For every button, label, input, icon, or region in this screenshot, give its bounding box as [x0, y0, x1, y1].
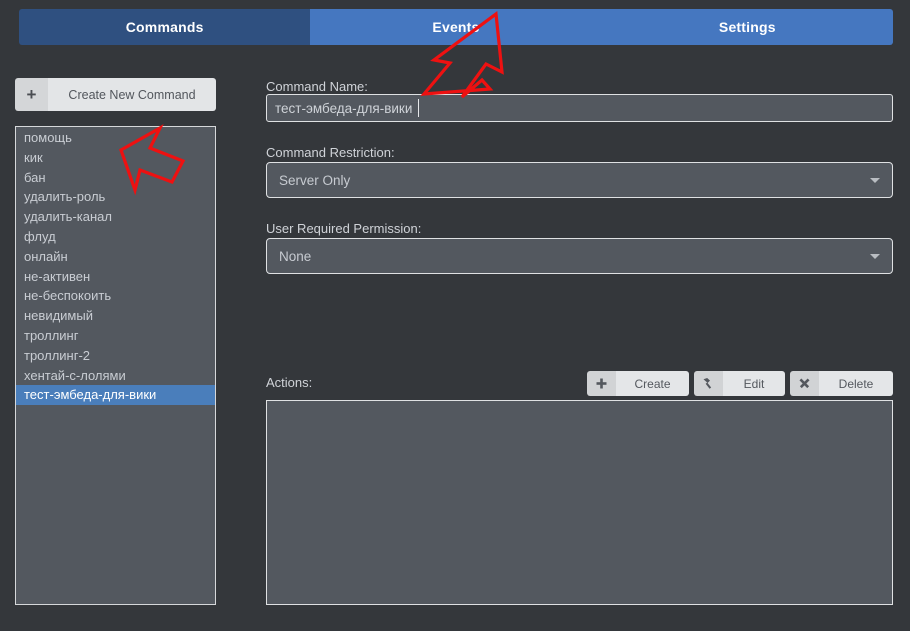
command-restriction-value: Server Only: [279, 172, 351, 188]
command-list-item[interactable]: тест-эмбеда-для-вики: [16, 385, 215, 406]
tab-commands[interactable]: Commands: [19, 9, 311, 45]
command-list-item[interactable]: онлайн: [16, 247, 215, 267]
command-name-input[interactable]: [266, 94, 893, 122]
tab-events[interactable]: Events: [310, 9, 602, 45]
command-list-item[interactable]: невидимый: [16, 306, 215, 326]
create-action-button[interactable]: Create: [587, 371, 689, 396]
actions-list-panel[interactable]: [266, 400, 893, 605]
text-cursor: [418, 99, 419, 117]
create-new-command-label: Create New Command: [48, 78, 216, 111]
command-list-item[interactable]: кик: [16, 148, 215, 168]
create-new-command-button[interactable]: + Create New Command: [15, 78, 216, 111]
tab-bar: Commands Events Settings: [19, 9, 893, 45]
command-list-item[interactable]: удалить-роль: [16, 187, 215, 207]
create-action-label: Create: [616, 371, 689, 396]
command-list-item[interactable]: помощь: [16, 128, 215, 148]
delete-action-button[interactable]: Delete: [790, 371, 893, 396]
user-required-permission-label: User Required Permission:: [266, 221, 422, 236]
plus-icon: +: [15, 78, 48, 111]
command-list-item[interactable]: удалить-канал: [16, 207, 215, 227]
chevron-down-icon: [858, 253, 892, 259]
command-list-item[interactable]: бан: [16, 168, 215, 188]
command-list-item[interactable]: хентай-с-лолями: [16, 366, 215, 386]
command-list-item[interactable]: не-беспокоить: [16, 286, 215, 306]
command-list[interactable]: помощь кик бан удалить-роль удалить-канал флу…: [15, 126, 216, 605]
hammer-icon: [694, 371, 723, 396]
delete-action-label: Delete: [819, 371, 893, 396]
edit-action-label: Edit: [723, 371, 785, 396]
user-required-permission-value: None: [279, 248, 312, 264]
tab-commands-label: Commands: [125, 19, 204, 35]
close-x-icon: [790, 371, 819, 396]
chevron-down-icon: [858, 177, 892, 183]
command-name-label: Command Name:: [266, 79, 368, 94]
tab-events-label: Events: [432, 19, 480, 35]
command-list-item[interactable]: не-активен: [16, 267, 215, 287]
tab-settings-label: Settings: [718, 19, 776, 35]
command-list-item[interactable]: троллинг: [16, 326, 215, 346]
plus-icon: [587, 371, 616, 396]
command-list-item[interactable]: троллинг-2: [16, 346, 215, 366]
command-restriction-dropdown[interactable]: Server Only: [266, 162, 893, 198]
command-restriction-label: Command Restriction:: [266, 145, 395, 160]
command-list-item[interactable]: флуд: [16, 227, 215, 247]
edit-action-button[interactable]: Edit: [694, 371, 785, 396]
tab-settings[interactable]: Settings: [601, 9, 893, 45]
actions-label: Actions:: [266, 375, 313, 390]
user-required-permission-dropdown[interactable]: None: [266, 238, 893, 274]
